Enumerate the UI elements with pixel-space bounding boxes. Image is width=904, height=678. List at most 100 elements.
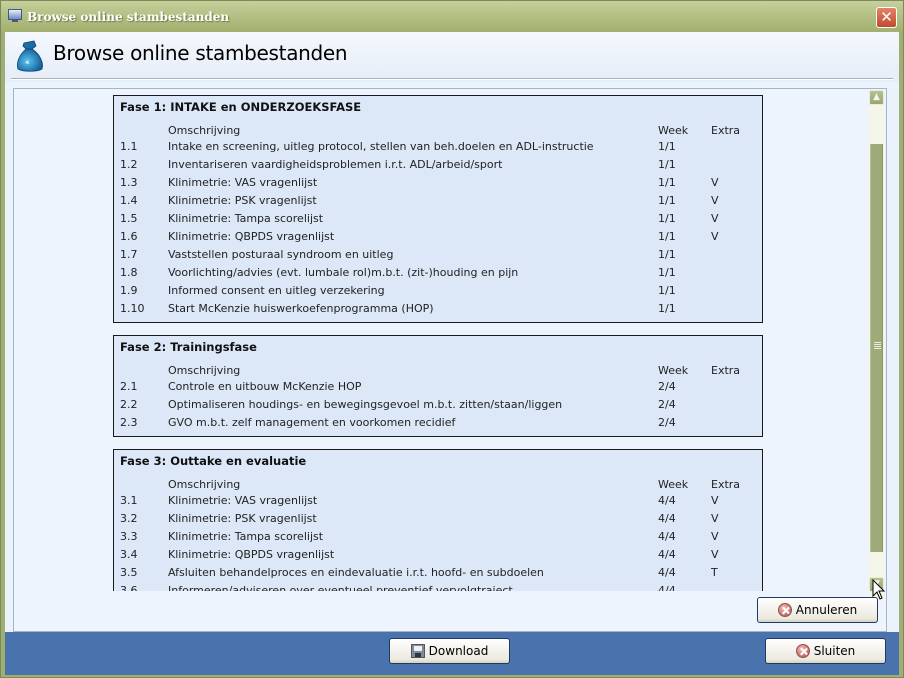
row-number: 1.4 (120, 194, 138, 207)
row-number: 1.3 (120, 176, 138, 189)
row-description: Klinimetrie: VAS vragenlijst (168, 176, 318, 189)
table-row: 3.2 Klinimetrie: PSK vragenlijst 4/4 V (114, 510, 764, 528)
row-week: 1/1 (658, 194, 676, 207)
row-number: 3.5 (120, 566, 138, 579)
row-description: Informed consent en uitleg verzekering (168, 284, 385, 297)
table-row: 1.8 Voorlichting/advies (evt. lumbale rol… (114, 264, 764, 282)
row-description: Klinimetrie: Tampa scorelijst (168, 212, 324, 225)
row-description: Klinimetrie: PSK vragenlijst (168, 194, 317, 207)
cancel-button-label: Annuleren (795, 603, 858, 617)
row-extra: V (711, 548, 719, 561)
window-icon (8, 9, 22, 22)
scroll-up-button[interactable]: ▲ (869, 90, 884, 105)
table-row: 3.5 Afsluiten behandelproces en eindevalu… (114, 564, 764, 582)
row-week: 4/4 (658, 566, 676, 579)
row-description: Afsluiten behandelproces en eindevaluati… (168, 566, 544, 579)
table-row: 2.1 Controle en uitbouw McKenzie HOP 2/4 (114, 378, 764, 396)
row-number: 1.9 (120, 284, 138, 297)
table-row: 1.5 Klinimetrie: Tampa scorelijst 1/1 V (114, 210, 764, 228)
table-row: 2.3 GVO m.b.t. zelf management en voorkom… (114, 414, 764, 432)
row-number: 1.1 (120, 140, 138, 153)
grip-icon (874, 342, 881, 349)
row-number: 2.1 (120, 380, 138, 393)
row-description: Vaststellen posturaal syndroom en uitleg (168, 248, 394, 261)
row-description: Controle en uitbouw McKenzie HOP (168, 380, 362, 393)
table-row: 3.6 Informeren/adviseren over eventueel p… (114, 582, 764, 591)
row-description: Klinimetrie: QBPDS vragenlijst (168, 548, 335, 561)
row-extra: T (711, 566, 718, 579)
cancel-button[interactable]: Annuleren (757, 597, 878, 623)
table-row: 3.4 Klinimetrie: QBPDS vragenlijst 4/4 V (114, 546, 764, 564)
table-row: 3.1 Klinimetrie: VAS vragenlijst 4/4 V (114, 492, 764, 510)
row-extra: V (711, 176, 719, 189)
table-row: 1.6 Klinimetrie: QBPDS vragenlijst 1/1 V (114, 228, 764, 246)
row-week: 1/1 (658, 248, 676, 261)
row-description: Optimaliseren houdings- en bewegingsgevo… (168, 398, 563, 411)
row-number: 3.1 (120, 494, 138, 507)
row-number: 2.3 (120, 416, 138, 429)
table-row: 1.7 Vaststellen posturaal syndroom en uit… (114, 246, 764, 264)
row-week: 1/1 (658, 140, 676, 153)
row-description: Klinimetrie: PSK vragenlijst (168, 512, 317, 525)
row-number: 3.4 (120, 548, 138, 561)
page-title: Browse online stambestanden (53, 41, 348, 65)
table-row: 1.4 Klinimetrie: PSK vragenlijst 1/1 V (114, 192, 764, 210)
dialog-header: Browse online stambestanden (5, 32, 899, 82)
row-description: Klinimetrie: Tampa scorelijst (168, 530, 324, 543)
table-row: 1.9 Informed consent en uitleg verzekerin… (114, 282, 764, 300)
row-extra: V (711, 530, 719, 543)
scrollbar-thumb[interactable] (870, 144, 883, 552)
phase-list: Fase 1: INTAKE en ONDERZOEKSFASE Omschri… (105, 95, 765, 591)
row-week: 4/4 (658, 530, 676, 543)
row-week: 4/4 (658, 494, 676, 507)
table-row: 1.3 Klinimetrie: VAS vragenlijst 1/1 V (114, 174, 764, 192)
phase-title: Fase 3: Outtake en evaluatie (120, 454, 307, 468)
cancel-icon (777, 603, 792, 617)
table-row: 1.10 Start McKenzie huiswerkoefenprogramm… (114, 300, 764, 318)
row-week: 1/1 (658, 302, 676, 315)
row-number: 1.8 (120, 266, 138, 279)
row-week: 1/1 (658, 266, 676, 279)
row-number: 3.6 (120, 584, 138, 591)
row-week: 4/4 (658, 584, 676, 591)
dialog-window: Browse online stambestanden ✕ Browse onl… (0, 0, 904, 678)
row-week: 1/1 (658, 158, 676, 171)
title-bar[interactable]: Browse online stambestanden ✕ (1, 1, 903, 32)
close-button[interactable]: ✕ (876, 7, 897, 28)
table-row: 2.2 Optimaliseren houdings- en bewegingsg… (114, 396, 764, 414)
row-number: 1.10 (120, 302, 145, 315)
row-description: Start McKenzie huiswerkoefenprogramma (H… (168, 302, 434, 315)
row-week: 1/1 (658, 284, 676, 297)
row-number: 1.6 (120, 230, 138, 243)
row-week: 1/1 (658, 176, 676, 189)
row-number: 3.3 (120, 530, 138, 543)
bag-icon (17, 40, 43, 72)
phase-1-box: Fase 1: INTAKE en ONDERZOEKSFASE Omschri… (113, 95, 763, 323)
client-area: Browse online stambestanden Fase 1: INTA… (5, 32, 899, 675)
download-button-label: Download (428, 644, 489, 658)
close-button-label: Sluiten (813, 644, 856, 658)
row-extra: V (711, 194, 719, 207)
row-week: 2/4 (658, 416, 676, 429)
content-panel: Fase 1: INTAKE en ONDERZOEKSFASE Omschri… (5, 82, 899, 632)
row-week: 1/1 (658, 212, 676, 225)
row-week: 4/4 (658, 512, 676, 525)
row-description: Klinimetrie: VAS vragenlijst (168, 494, 318, 507)
close-icon: ✕ (880, 8, 893, 26)
download-button[interactable]: Download (389, 638, 510, 664)
table-row: 1.2 Inventariseren vaardigheidsproblemen … (114, 156, 764, 174)
row-number: 1.7 (120, 248, 138, 261)
mouse-cursor-icon (872, 579, 886, 600)
phase-2-box: Fase 2: Trainingsfase Omschrijving Week … (113, 335, 763, 437)
table-row: 1.1 Intake en screening, uitleg protocol,… (114, 138, 764, 156)
phase-title: Fase 2: Trainingsfase (120, 340, 257, 354)
close-dialog-button[interactable]: Sluiten (765, 638, 886, 664)
row-week: 2/4 (658, 398, 676, 411)
row-extra: V (711, 494, 719, 507)
row-extra: V (711, 230, 719, 243)
row-description: Inventariseren vaardigheidsproblemen i.r… (168, 158, 503, 171)
phase-title: Fase 1: INTAKE en ONDERZOEKSFASE (120, 100, 362, 114)
row-description: Klinimetrie: QBPDS vragenlijst (168, 230, 335, 243)
vertical-scrollbar[interactable]: ▲ ▼ (869, 90, 884, 600)
floppy-disk-icon (410, 644, 425, 658)
